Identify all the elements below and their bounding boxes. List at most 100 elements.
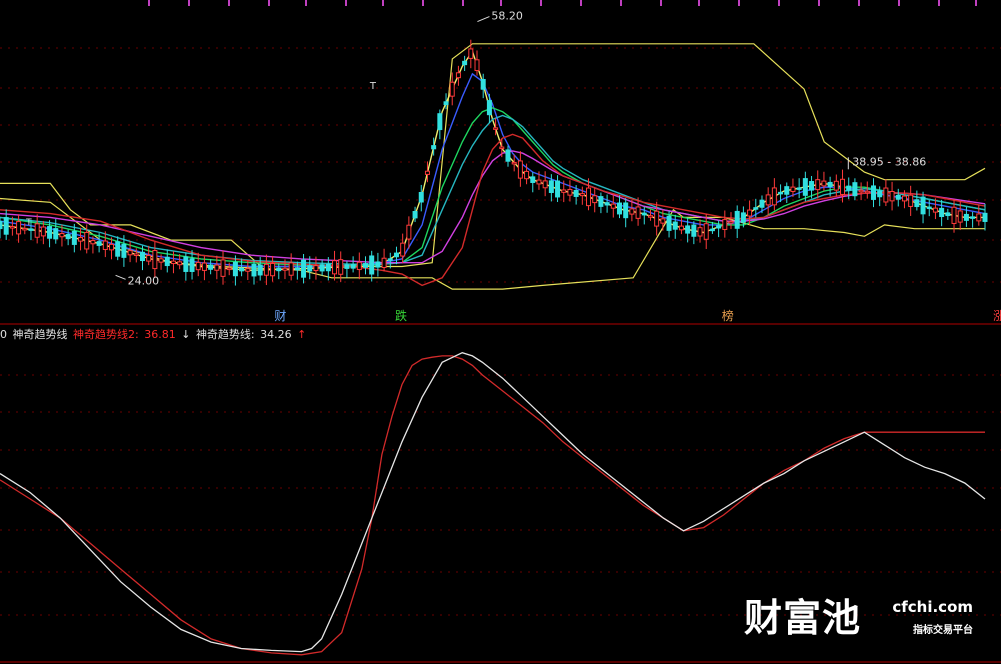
range-label: 38.95 - 38.86 (852, 155, 926, 168)
candle-down (257, 264, 263, 276)
candle-down (115, 241, 121, 257)
candle-up (40, 226, 46, 237)
candle-up (517, 160, 523, 179)
candle-up (957, 210, 963, 223)
candle-down (920, 196, 926, 215)
candle-down (852, 182, 858, 197)
candle-down (846, 185, 852, 191)
candle-down (641, 212, 647, 216)
watermark-site: cfchi.com (892, 598, 973, 616)
candle-down (784, 186, 790, 195)
candle-up (697, 227, 703, 237)
event-marker-label: 涨 (993, 308, 1001, 323)
legend-line1-value: 34.26 (260, 328, 292, 341)
candle-down (301, 259, 307, 278)
candle-up (883, 187, 889, 203)
top-tick (858, 0, 860, 6)
top-tick (620, 0, 622, 6)
candle-up (511, 161, 517, 165)
candle-down (0, 220, 3, 230)
candle-down (232, 261, 238, 277)
candle-down (251, 263, 257, 277)
candle-down (877, 190, 883, 198)
event-marker-label: 财 (274, 309, 286, 323)
marker-t: T (369, 81, 377, 92)
candle-down (189, 258, 195, 272)
candle-down (598, 196, 604, 207)
candle-up (170, 260, 176, 265)
candle-up (146, 255, 152, 262)
candle-down (462, 60, 468, 66)
candle-up (158, 258, 164, 263)
candle-up (195, 261, 201, 271)
candle-up (654, 210, 660, 227)
candle-down (623, 202, 629, 219)
candle-down (431, 145, 437, 150)
watermark-brand: 财富池 (743, 596, 861, 640)
top-tick (228, 0, 230, 6)
ma-line-2 (0, 72, 986, 268)
event-markers: 财跌榜涨 (274, 308, 1001, 323)
candle-up (747, 209, 753, 217)
candle-up (90, 239, 96, 245)
top-tick (382, 0, 384, 6)
top-tick (778, 0, 780, 6)
high-pointer (477, 16, 490, 23)
candle-down (418, 191, 424, 203)
candle-up (34, 223, 40, 238)
legend-indicator-name: 神奇趋势线 (12, 328, 68, 341)
candle-up (270, 262, 276, 277)
candle-down (666, 215, 672, 231)
candle-down (982, 212, 988, 222)
candle-up (474, 59, 480, 72)
candle-up (406, 224, 412, 240)
candle-up (313, 265, 319, 272)
moving-averages (0, 49, 986, 287)
candle-down (350, 264, 356, 269)
candle-up (468, 48, 474, 59)
candle-down (573, 189, 579, 197)
top-tick (580, 0, 582, 6)
candle-up (976, 213, 982, 222)
marker-t: T (25, 218, 32, 228)
candle-up (579, 193, 585, 197)
candle-down (363, 263, 369, 268)
candle-up (678, 225, 684, 231)
candle-down (486, 100, 492, 116)
candle-down (47, 226, 53, 239)
candle-up (455, 72, 461, 79)
candle-down (734, 210, 740, 229)
band-upper-line (0, 43, 986, 268)
candle-up (288, 262, 294, 276)
candle-up (635, 206, 641, 219)
candle-down (691, 224, 697, 237)
indicator-legend: 0 神奇趋势线 神奇趋势线2: 36.81 ↓ 神奇趋势线: 34.26 ↑ (0, 326, 308, 342)
candle-up (214, 264, 220, 271)
candle-down (443, 101, 449, 106)
top-tick (975, 0, 977, 6)
candle-down (319, 264, 325, 272)
candle-down (616, 202, 622, 215)
candle-down (480, 78, 486, 90)
legend-line1-arrow: ↑ (297, 328, 307, 341)
candle-up (524, 170, 530, 180)
candle-up (722, 219, 728, 230)
candle-down (685, 225, 691, 234)
candle-up (22, 227, 28, 231)
legend-line1-label: 神奇趋势线: (195, 328, 255, 341)
candle-down (895, 194, 901, 200)
candle-down (71, 230, 77, 245)
candle-down (28, 228, 34, 231)
candle-up (610, 203, 616, 209)
candle-up (332, 260, 338, 275)
candle-down (375, 261, 381, 268)
candle-up (629, 208, 635, 215)
candle-down (548, 180, 554, 193)
candle-down (809, 181, 815, 191)
candle-up (951, 206, 957, 224)
candle-down (3, 217, 9, 235)
candle-up (790, 186, 796, 192)
candle-up (493, 127, 499, 130)
candle-down (926, 206, 932, 210)
candle-up (177, 261, 183, 266)
